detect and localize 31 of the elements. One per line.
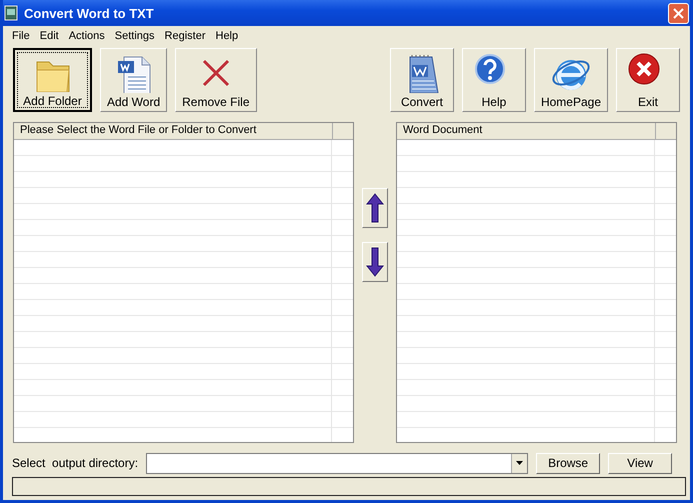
app-icon xyxy=(4,5,18,21)
move-down-button[interactable] xyxy=(362,242,388,282)
output-directory-field[interactable] xyxy=(146,452,528,474)
menu-item[interactable]: Settings xyxy=(110,30,160,42)
menu-item[interactable]: File xyxy=(7,30,35,42)
close-icon xyxy=(673,8,684,18)
output-label: Select output directory: xyxy=(12,456,138,470)
toolbar-button[interactable]: Help xyxy=(462,48,526,112)
menu-item[interactable]: Actions xyxy=(64,30,110,42)
menu-item[interactable]: Register xyxy=(160,30,210,42)
toolbar-button[interactable]: Add Folder xyxy=(13,48,92,112)
column-header[interactable]: Please Select the Word File or Folder to Convert xyxy=(14,123,333,140)
toolbar-button[interactable]: HomePage xyxy=(534,48,608,112)
toolbar-button[interactable]: Add Word xyxy=(100,48,168,112)
file-list[interactable]: Please Select the Word File or Folder to Convert xyxy=(13,122,354,443)
caret-icon xyxy=(516,461,524,465)
toolbar-button[interactable]: Remove File xyxy=(175,48,256,112)
button[interactable]: Browse xyxy=(536,452,600,474)
toolbar-button[interactable]: Exit xyxy=(616,48,680,112)
toolbar-button[interactable]: Convert xyxy=(390,48,454,112)
menu-item[interactable]: Edit xyxy=(34,30,64,42)
button[interactable]: View xyxy=(608,452,672,474)
column-header[interactable]: Word Document xyxy=(397,123,656,140)
down-arrow-icon xyxy=(366,247,384,277)
dropdown-button[interactable] xyxy=(511,454,528,472)
move-up-button[interactable] xyxy=(362,188,388,228)
close-button[interactable] xyxy=(668,2,689,24)
menu-item[interactable]: Help xyxy=(210,30,244,42)
file-list[interactable]: Word Document xyxy=(396,122,677,443)
up-arrow-icon xyxy=(366,193,384,223)
window-title: Convert Word to TXT xyxy=(24,6,155,20)
